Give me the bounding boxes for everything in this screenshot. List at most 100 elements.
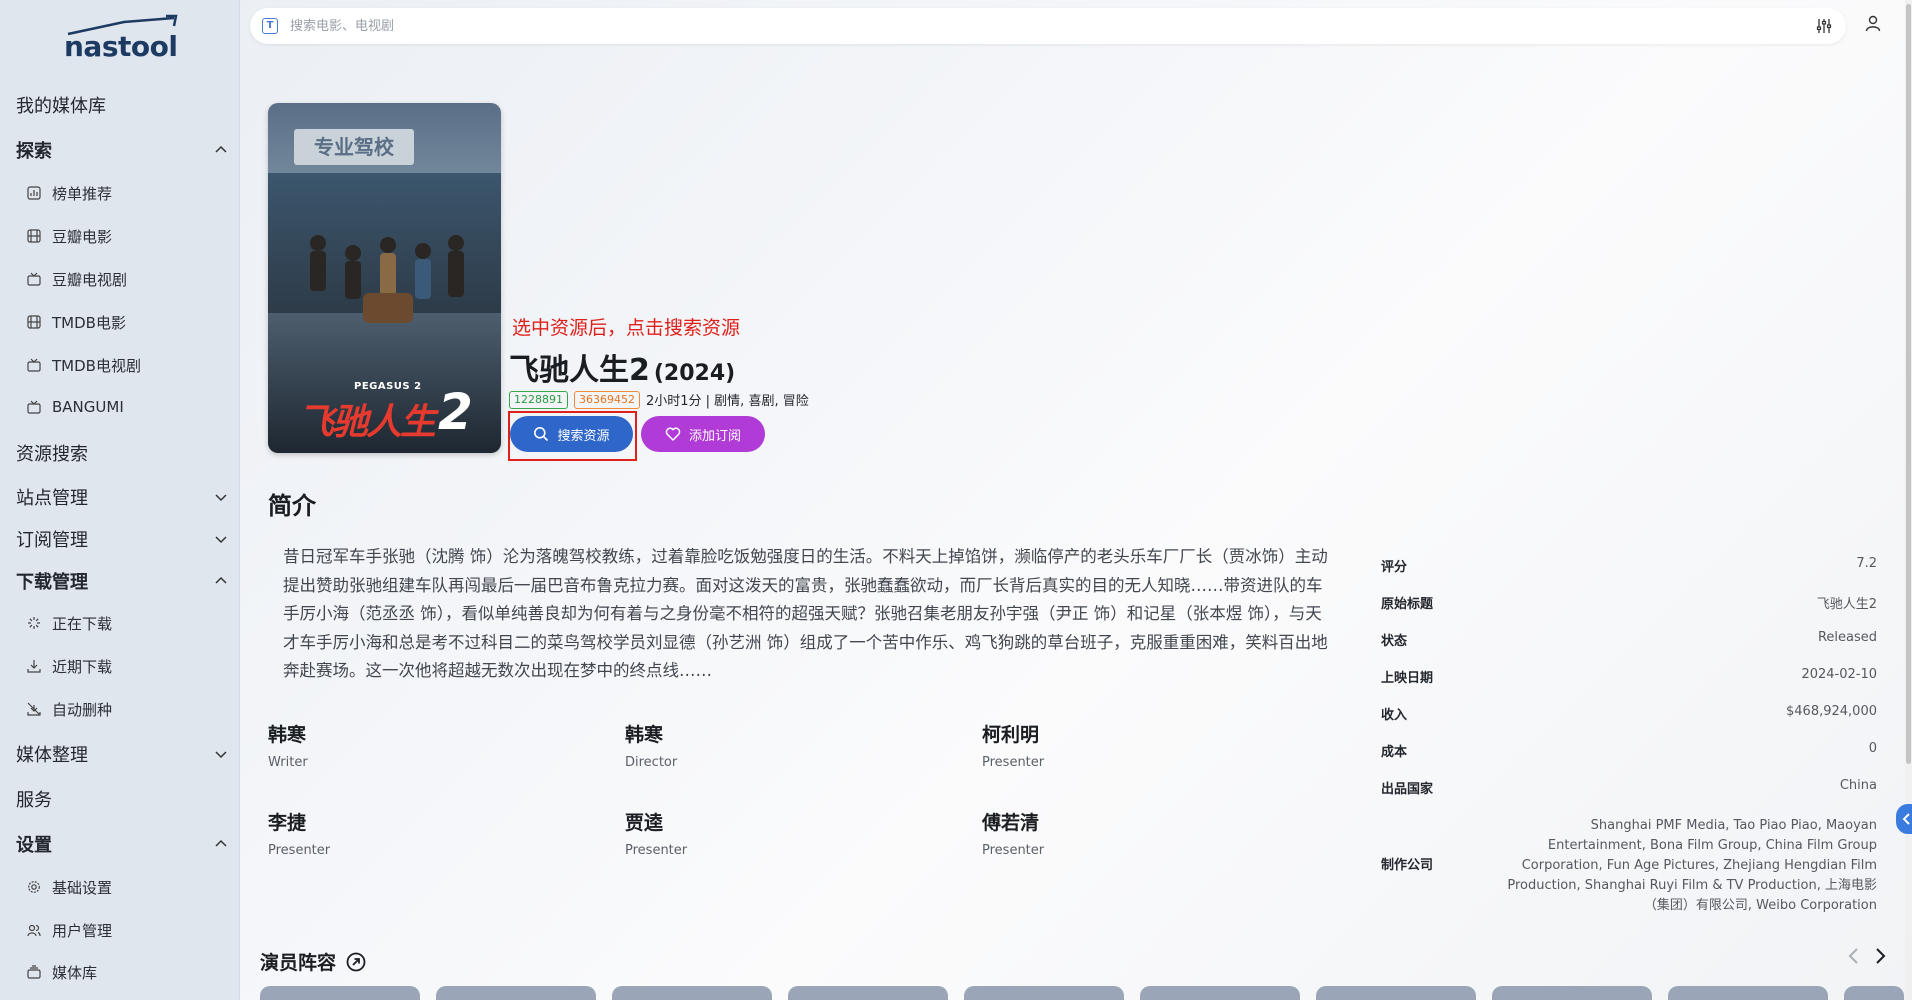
search-input[interactable]	[290, 14, 1770, 38]
chevron-left-icon	[1902, 813, 1910, 825]
app-logo[interactable]: nastool	[62, 14, 182, 64]
gear-icon	[26, 879, 42, 895]
sidebar-item-label: 资源搜索	[16, 444, 88, 465]
overview-text: 昔日冠军车手张驰（沈腾 饰）沦为落魄驾校教练，过着靠脸吃饭勉强度日的生活。不料天…	[283, 547, 1328, 680]
sidebar-item-site-manage[interactable]: 站点管理	[16, 482, 228, 512]
sidebar-item-label: 榜单推荐	[52, 184, 113, 203]
cast-heading[interactable]: 演员阵容	[260, 948, 366, 975]
sidebar-item-charts[interactable]: 榜单推荐	[26, 179, 226, 207]
logo-text: nastool	[64, 30, 178, 63]
tv-icon	[26, 357, 42, 373]
cast-card[interactable]	[1492, 986, 1652, 1000]
cast-card[interactable]	[612, 986, 772, 1000]
sidebar-item-downloading[interactable]: 正在下载	[26, 609, 226, 637]
sidebar-item-download-manage[interactable]: 下载管理	[16, 566, 228, 596]
sidebar-item-tmdb-tv[interactable]: TMDB电视剧	[26, 351, 226, 379]
sidebar-item-media-library[interactable]: 媒体库	[26, 958, 226, 986]
sidebar-item-label: TMDB电影	[52, 313, 126, 332]
sidebar: nastool 我的媒体库 探索 榜单推荐 豆瓣电影 豆瓣电视剧 TMDB电影 …	[0, 0, 240, 1000]
download-icon	[26, 658, 42, 674]
sidebar-item-bangumi[interactable]: BANGUMI	[26, 393, 226, 421]
sidebar-item-recent-downloads[interactable]: 近期下载	[26, 652, 226, 680]
sidebar-item-label: 基础设置	[52, 878, 113, 897]
sidebar-item-label: 探索	[16, 141, 52, 162]
crew-item[interactable]: 傅若清 Presenter	[982, 808, 1044, 858]
scrollbar-thumb[interactable]	[1906, 4, 1911, 764]
sidebar-item-douban-tv[interactable]: 豆瓣电视剧	[26, 265, 226, 293]
crew-item[interactable]: 李捷 Presenter	[268, 808, 330, 858]
douban-id-badge[interactable]: 36369452	[574, 390, 640, 409]
download-off-icon	[26, 701, 42, 717]
crew-item[interactable]: 韩寒 Director	[625, 720, 677, 770]
crew-item[interactable]: 贾逵 Presenter	[625, 808, 687, 858]
crew-name: 柯利明	[982, 724, 1040, 746]
side-panel-toggle[interactable]	[1896, 804, 1912, 834]
cast-card[interactable]	[436, 986, 596, 1000]
cast-heading-label: 演员阵容	[260, 952, 337, 974]
fact-value: Shanghai PMF Media, Tao Piao Piao, Maoya…	[1507, 818, 1877, 913]
search-type-icon[interactable]: T	[262, 18, 278, 34]
cast-card[interactable]	[1140, 986, 1300, 1000]
fact-value: 7.2	[1856, 556, 1877, 571]
sidebar-item-label: 媒体库	[52, 963, 98, 982]
sidebar-item-my-library[interactable]: 我的媒体库	[16, 90, 228, 120]
sidebar-item-basic-settings[interactable]: 基础设置	[26, 873, 226, 901]
poster-chinese-title: 飞驰人生	[298, 401, 436, 443]
annotation-text: 选中资源后，点击搜索资源	[512, 317, 741, 339]
fact-key: 出品国家	[1381, 782, 1434, 797]
sidebar-item-auto-delete[interactable]: 自动删种	[26, 695, 226, 723]
fact-value: 飞驰人生2	[1816, 597, 1877, 612]
user-icon[interactable]	[1864, 14, 1882, 32]
sidebar-item-label: 自动删种	[52, 700, 113, 719]
chevron-up-icon	[215, 839, 227, 847]
cast-card[interactable]	[788, 986, 948, 1000]
tmdb-id-badge[interactable]: 1228891	[509, 390, 568, 409]
add-subscription-button[interactable]: 添加订阅	[641, 416, 765, 452]
sidebar-item-resource-search[interactable]: 资源搜索	[16, 438, 228, 468]
chevron-down-icon	[215, 494, 227, 502]
chevron-up-icon	[215, 576, 227, 584]
filter-settings-icon[interactable]	[1816, 18, 1832, 34]
cast-card[interactable]	[964, 986, 1124, 1000]
chevron-right-icon[interactable]	[1872, 946, 1888, 966]
fact-value: 0	[1868, 741, 1877, 756]
sidebar-item-user-manage[interactable]: 用户管理	[26, 916, 226, 944]
movie-title: 飞驰人生2	[509, 353, 650, 388]
crew-item[interactable]: 柯利明 Presenter	[982, 720, 1044, 770]
sidebar-item-settings[interactable]: 设置	[16, 829, 228, 859]
page-title: 飞驰人生2 (2024)	[509, 345, 735, 389]
sidebar-item-services[interactable]: 服务	[16, 784, 228, 814]
fact-value: Released	[1817, 630, 1877, 645]
cast-card[interactable]	[1844, 986, 1904, 1000]
sidebar-item-media-organize[interactable]: 媒体整理	[16, 739, 228, 769]
cast-card[interactable]	[260, 986, 420, 1000]
sidebar-item-tmdb-movie[interactable]: TMDB电影	[26, 308, 226, 336]
cast-card[interactable]	[1316, 986, 1476, 1000]
sidebar-item-subscribe-manage[interactable]: 订阅管理	[16, 524, 228, 554]
crew-item[interactable]: 韩寒 Writer	[268, 720, 308, 770]
film-icon	[26, 314, 42, 330]
crew-role: Presenter	[982, 843, 1045, 858]
users-icon	[26, 922, 42, 938]
chevron-down-icon	[215, 751, 227, 759]
crew-role: Presenter	[268, 843, 331, 858]
chart-icon	[26, 185, 42, 201]
crew-role: Presenter	[625, 843, 688, 858]
tv-icon	[26, 399, 42, 415]
sidebar-item-douban-movie[interactable]: 豆瓣电影	[26, 222, 226, 250]
fact-value: China	[1839, 778, 1877, 793]
movie-runtime-genres: 2小时1分 | 剧情, 喜剧, 冒险	[646, 394, 809, 409]
sidebar-item-label: TMDB电视剧	[52, 356, 141, 375]
poster-people-image	[310, 235, 464, 323]
crew-name: 李捷	[268, 812, 307, 834]
crew-name: 傅若清	[982, 812, 1040, 834]
chevron-left-icon[interactable]	[1846, 946, 1862, 966]
sidebar-item-explore[interactable]: 探索	[16, 135, 228, 165]
crew-role: Writer	[268, 755, 308, 770]
overview-heading: 简介	[268, 492, 316, 520]
loader-icon	[26, 615, 42, 631]
fact-key: 上映日期	[1381, 671, 1434, 686]
heart-icon	[665, 427, 681, 442]
cast-card[interactable]	[1668, 986, 1828, 1000]
sidebar-item-label: 豆瓣电影	[52, 227, 113, 246]
